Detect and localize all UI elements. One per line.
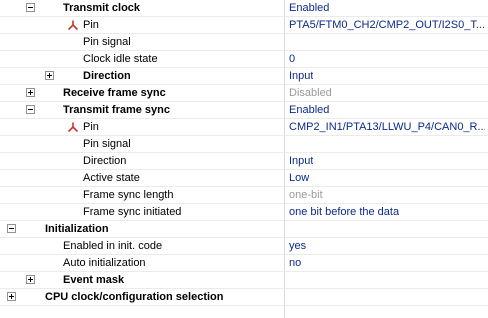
- property-value[interactable]: Input: [289, 153, 313, 170]
- property-label: Initialization: [45, 223, 109, 235]
- property-row-transmit-clock[interactable]: Transmit clock Enabled: [0, 0, 488, 17]
- pin-icon: [68, 20, 78, 30]
- property-value[interactable]: Enabled: [289, 102, 329, 119]
- property-value[interactable]: Input: [289, 68, 313, 85]
- property-row-transmit-frame-sync-pin-signal[interactable]: Pin signal: [0, 136, 488, 153]
- collapse-icon[interactable]: [26, 3, 35, 12]
- property-row-receive-frame-sync[interactable]: Receive frame sync Disabled: [0, 85, 488, 102]
- property-label: Transmit clock: [63, 2, 141, 14]
- property-row-transmit-clock-pin[interactable]: Pin PTA5/FTM0_CH2/CMP2_OUT/I2S0_T...: [0, 17, 488, 34]
- property-value[interactable]: Enabled: [289, 0, 329, 17]
- property-value[interactable]: no: [289, 255, 301, 272]
- property-value[interactable]: Low: [289, 170, 309, 187]
- property-row-cpu-clock-configuration-selection[interactable]: CPU clock/configuration selection: [0, 289, 488, 306]
- property-label: Auto initialization: [63, 257, 146, 269]
- property-label: Enabled in init. code: [63, 240, 163, 252]
- property-row-transmit-frame-sync[interactable]: Transmit frame sync Enabled: [0, 102, 488, 119]
- property-label: Direction: [83, 70, 131, 82]
- property-label: Event mask: [63, 274, 125, 286]
- property-value[interactable]: yes: [289, 238, 306, 255]
- property-row-direction[interactable]: Direction Input: [0, 153, 488, 170]
- property-label: Direction: [83, 155, 127, 167]
- property-row-transmit-clock-pin-signal[interactable]: Pin signal: [0, 34, 488, 51]
- property-value[interactable]: Disabled: [289, 85, 332, 102]
- expand-icon[interactable]: [26, 275, 35, 284]
- expand-icon[interactable]: [7, 292, 16, 301]
- property-label: Active state: [83, 172, 140, 184]
- property-row-direction-group[interactable]: Direction Input: [0, 68, 488, 85]
- property-label: Pin signal: [83, 36, 131, 48]
- expand-icon[interactable]: [45, 71, 54, 80]
- property-label: Pin: [83, 19, 99, 31]
- property-row-event-mask[interactable]: Event mask: [0, 272, 488, 289]
- property-grid: Transmit clock Enabled Pin PTA5/FTM0_CH2/CM…: [0, 0, 488, 318]
- property-value[interactable]: PTA5/FTM0_CH2/CMP2_OUT/I2S0_T...: [289, 17, 485, 34]
- property-value[interactable]: 0: [289, 51, 295, 68]
- property-row-auto-initialization[interactable]: Auto initialization no: [0, 255, 488, 272]
- property-label: CPU clock/configuration selection: [45, 291, 224, 303]
- pin-icon: [68, 122, 78, 132]
- property-row-frame-sync-length[interactable]: Frame sync length one-bit: [0, 187, 488, 204]
- property-row-active-state[interactable]: Active state Low: [0, 170, 488, 187]
- property-row-transmit-frame-sync-pin[interactable]: Pin CMP2_IN1/PTA13/LLWU_P4/CAN0_R...: [0, 119, 488, 136]
- property-value[interactable]: one bit before the data: [289, 204, 399, 221]
- property-row-initialization[interactable]: Initialization: [0, 221, 488, 238]
- property-label: Clock idle state: [83, 53, 158, 65]
- expand-icon[interactable]: [26, 88, 35, 97]
- collapse-icon[interactable]: [7, 224, 16, 233]
- collapse-icon[interactable]: [26, 105, 35, 114]
- property-value[interactable]: CMP2_IN1/PTA13/LLWU_P4/CAN0_R...: [289, 119, 485, 136]
- property-row-frame-sync-initiated[interactable]: Frame sync initiated one bit before the d…: [0, 204, 488, 221]
- property-label: Frame sync initiated: [83, 206, 182, 218]
- property-row-enabled-in-init-code[interactable]: Enabled in init. code yes: [0, 238, 488, 255]
- property-label: Pin: [83, 121, 99, 133]
- property-row-clock-idle-state[interactable]: Clock idle state 0: [0, 51, 488, 68]
- property-label: Receive frame sync: [63, 87, 166, 99]
- property-label: Frame sync length: [83, 189, 174, 201]
- property-label: Transmit frame sync: [63, 104, 170, 116]
- property-label: Pin signal: [83, 138, 131, 150]
- property-value[interactable]: one-bit: [289, 187, 323, 204]
